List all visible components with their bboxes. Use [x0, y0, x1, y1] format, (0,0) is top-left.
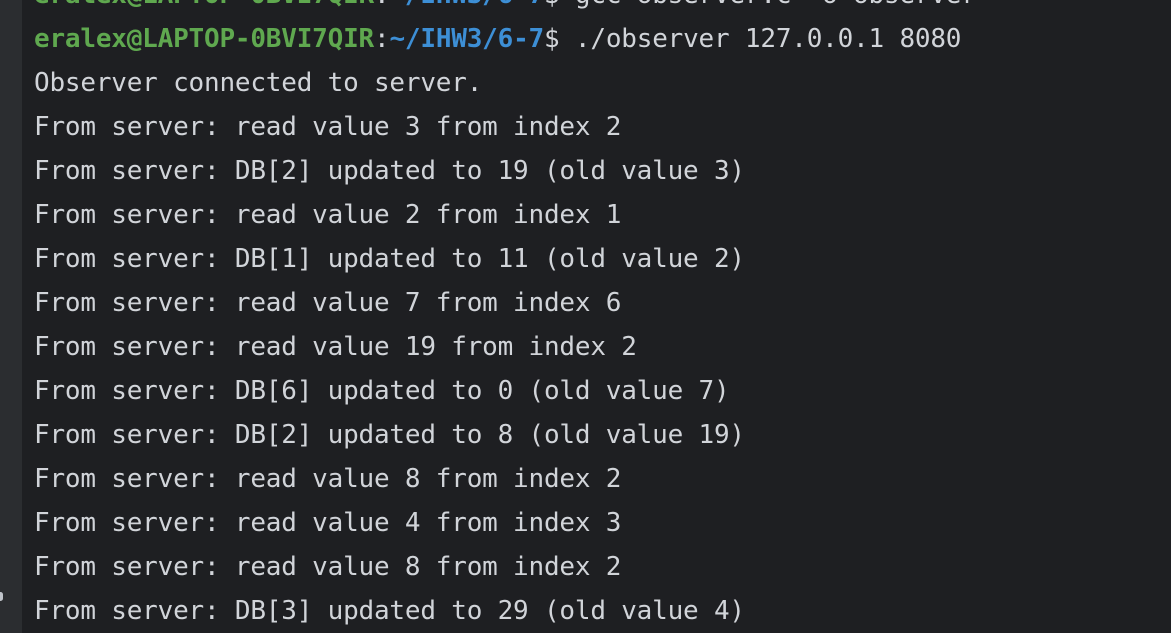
prompt-char: $ — [544, 24, 575, 54]
output-line: From server: DB[2] updated to 19 (old va… — [34, 156, 745, 186]
output-line: From server: read value 8 from index 2 — [34, 552, 622, 582]
terminal-output[interactable]: eralex@LAPTOP-0BVI7QIR:~/IHW3/6-7$ gcc o… — [22, 0, 1171, 633]
prompt-user-host: eralex@LAPTOP-0BVI7QIR — [34, 24, 374, 54]
output-line: From server: read value 19 from index 2 — [34, 332, 637, 362]
output-line: From server: DB[6] updated to 0 (old val… — [34, 376, 730, 406]
terminal-history-prompt-line: eralex@LAPTOP-0BVI7QIR:~/IHW3/6-7$ gcc o… — [34, 0, 977, 17]
prompt-char: $ — [544, 0, 575, 10]
terminal-prompt-line: eralex@LAPTOP-0BVI7QIR:~/IHW3/6-7$ ./obs… — [34, 17, 977, 61]
prompt-command: ./observer 127.0.0.1 8080 — [574, 24, 962, 54]
output-line: From server: read value 2 from index 1 — [34, 200, 622, 230]
output-line: Observer connected to server. — [34, 68, 483, 98]
output-line: From server: read value 3 from index 2 — [34, 112, 622, 142]
prompt-path: ~/IHW3/6-7 — [389, 0, 544, 10]
output-line: From server: DB[3] updated to 29 (old va… — [34, 596, 745, 626]
output-line: From server: DB[2] updated to 8 (old val… — [34, 420, 745, 450]
prompt-command: gcc observer.c -o observer — [575, 0, 977, 10]
editor-gutter — [0, 0, 22, 633]
gutter-marker — [0, 592, 3, 601]
prompt-separator: : — [373, 24, 390, 54]
prompt-separator: : — [374, 0, 390, 10]
output-line: From server: read value 8 from index 2 — [34, 464, 622, 494]
prompt-path: ~/IHW3/6-7 — [389, 24, 544, 54]
output-line: From server: DB[1] updated to 11 (old va… — [34, 244, 745, 274]
prompt-user-host: eralex@LAPTOP-0BVI7QIR — [34, 0, 374, 10]
output-line: From server: read value 4 from index 3 — [34, 508, 622, 538]
terminal-lines: eralex@LAPTOP-0BVI7QIR:~/IHW3/6-7$ gcc o… — [34, 0, 977, 633]
output-line: From server: read value 7 from index 6 — [34, 288, 622, 318]
